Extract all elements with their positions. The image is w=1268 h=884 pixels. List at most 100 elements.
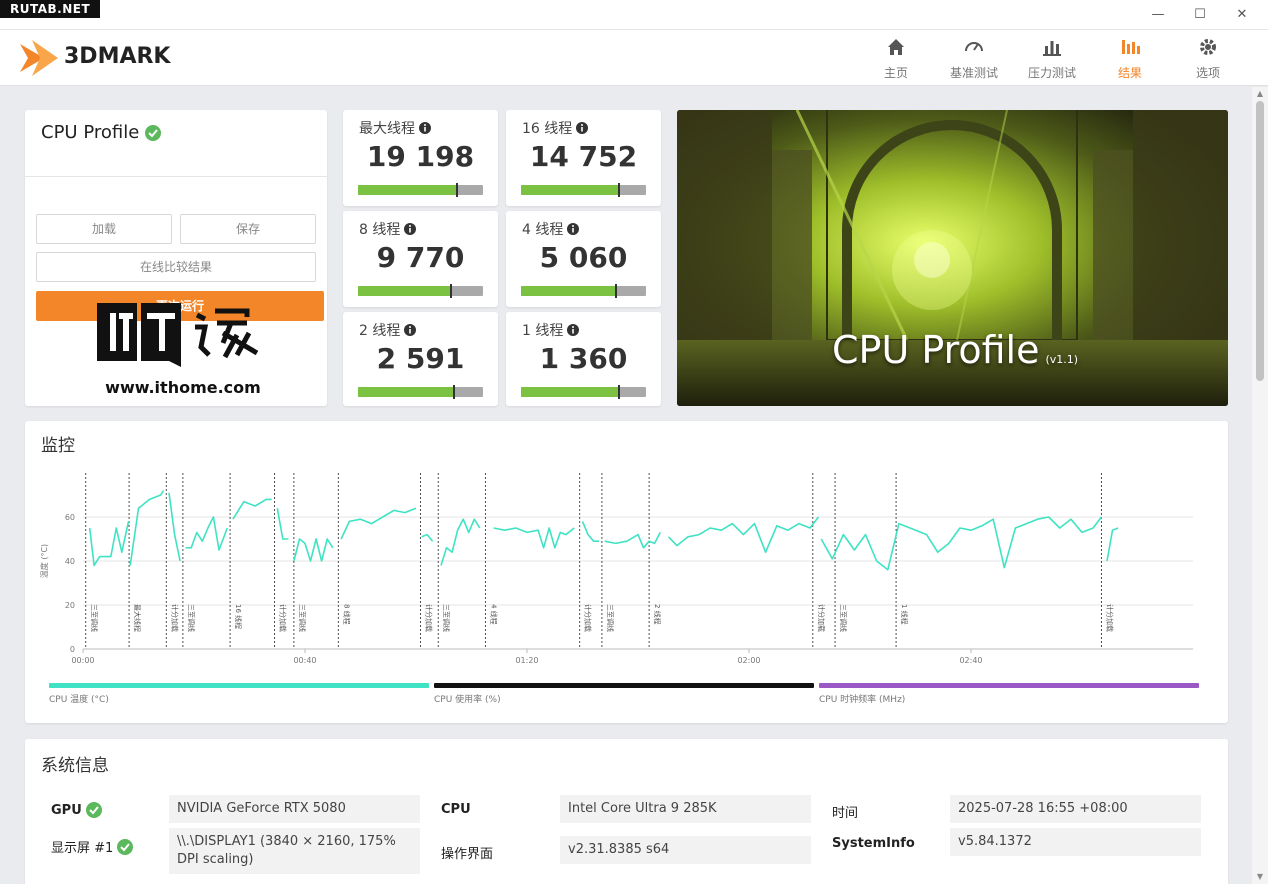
profile-title-text: CPU Profile xyxy=(41,122,140,143)
legend-label: CPU 使用率 (%) xyxy=(434,695,501,705)
temperature-line xyxy=(340,507,417,540)
ithome-url: www.ithome.com xyxy=(105,378,261,397)
tile-label: 2 线程 xyxy=(359,320,417,340)
info-icon[interactable] xyxy=(576,122,589,134)
temperature-line xyxy=(421,533,434,542)
tile-score: 1 360 xyxy=(539,342,628,375)
close-button[interactable]: ✕ xyxy=(1230,4,1254,26)
nav-options[interactable]: 选项 xyxy=(1180,36,1236,81)
phase-marker-label: 三至调线 xyxy=(442,604,451,632)
chart-grid xyxy=(83,516,1193,650)
score-tile: 16 线程 14 752 xyxy=(506,110,661,206)
phase-marker-label: 计分加载 xyxy=(1105,604,1114,632)
nav-label: 压力测试 xyxy=(1027,66,1076,80)
temperature-line xyxy=(293,538,334,562)
scroll-thumb[interactable] xyxy=(1256,101,1264,381)
legend-swatch xyxy=(49,683,429,688)
tile-label-text: 4 线程 xyxy=(522,222,564,238)
score-bar xyxy=(521,284,646,298)
phase-marker-label: 16 线程 xyxy=(234,604,243,629)
scroll-down-icon[interactable]: ▼ xyxy=(1255,872,1265,882)
temperature-line xyxy=(88,521,130,567)
info-icon[interactable] xyxy=(567,223,580,235)
load-button[interactable]: 加载 xyxy=(36,214,172,244)
nav-benchmarks[interactable]: 基准测试 xyxy=(946,36,1002,81)
phase-marker-label: 1 线程 xyxy=(900,604,909,625)
nav-home[interactable]: 主页 xyxy=(868,36,924,81)
brand-name: 3DMARK xyxy=(64,43,171,69)
tile-score: 5 060 xyxy=(539,241,628,274)
y-tick-label: 60 xyxy=(65,513,75,522)
tile-score: 9 770 xyxy=(376,241,465,274)
score-bar-fill xyxy=(521,185,619,195)
chart-series xyxy=(88,490,1119,571)
3dmark-logo-icon xyxy=(20,40,58,76)
legend-cpu-usage[interactable]: CPU 使用率 (%) xyxy=(434,683,814,705)
y-tick-label: 0 xyxy=(70,645,75,654)
check-circle-icon xyxy=(117,838,134,855)
results-content: CPU Profile 加载 保存 在线比较结果 再次运行 www.ithome… xyxy=(0,87,1252,884)
score-bar-marker xyxy=(453,385,456,399)
y-axis-label: 温度 (°C) xyxy=(39,544,49,578)
gear-icon xyxy=(1200,39,1216,55)
temperature-line xyxy=(1106,527,1119,562)
legend-cpu-temperature[interactable]: CPU 温度 (°C) xyxy=(49,683,429,705)
score-bar xyxy=(521,385,646,399)
monitor-panel: 监控 三至调线 最大线程 计分加载 三至调线 16 线程 计分加载 三至调线 8 线程 计分加载… xyxy=(25,421,1228,723)
phase-marker-label: 三至调线 xyxy=(606,604,615,632)
score-bar-fill xyxy=(358,387,455,397)
app-logo[interactable]: 3DMARK xyxy=(18,36,170,76)
score-bar xyxy=(521,183,646,197)
score-bar-marker xyxy=(455,183,458,197)
systeminfo-label: SystemInfo xyxy=(832,836,915,851)
phase-marker-label: 计分加载 xyxy=(170,604,179,632)
legend-label: CPU 温度 (°C) xyxy=(49,695,109,705)
gpu-label: GPU xyxy=(51,802,102,818)
info-icon[interactable] xyxy=(567,324,580,336)
nav-results[interactable]: 结果 xyxy=(1102,36,1158,81)
score-bar xyxy=(358,284,483,298)
tile-label-text: 2 线程 xyxy=(359,323,401,339)
info-icon[interactable] xyxy=(404,324,417,336)
compare-online-button[interactable]: 在线比较结果 xyxy=(36,252,316,282)
display-label-text: 显示屏 #1 xyxy=(51,841,114,856)
y-tick-label: 20 xyxy=(65,601,75,610)
gauge-icon xyxy=(965,42,983,52)
scroll-up-icon[interactable]: ▲ xyxy=(1255,89,1265,99)
minimize-button[interactable]: — xyxy=(1146,4,1170,26)
score-tile: 1 线程 1 360 xyxy=(506,312,661,406)
phase-marker-label: 计分加载 xyxy=(584,604,593,632)
phase-marker-label: 三至调线 xyxy=(187,604,196,632)
system-info-title: 系统信息 xyxy=(41,756,109,776)
legend-cpu-clock[interactable]: CPU 时钟频率 (MHz) xyxy=(819,683,1199,705)
tile-label: 16 线程 xyxy=(522,118,589,138)
score-bar-fill xyxy=(521,286,616,296)
save-button[interactable]: 保存 xyxy=(180,214,316,244)
time-label: 时间 xyxy=(832,806,859,821)
legend-swatch xyxy=(819,683,1199,688)
temperature-line xyxy=(232,498,272,520)
system-info-panel: 系统信息 GPU NVIDIA GeForce RTX 5080 显示屏 #1 … xyxy=(25,739,1228,884)
phase-marker-label: 计分加载 xyxy=(278,604,287,632)
info-icon[interactable] xyxy=(404,223,417,235)
phase-marker-label: 2 线程 xyxy=(653,604,662,625)
score-tile: 最大线程 19 198 xyxy=(343,110,498,206)
tile-score: 14 752 xyxy=(529,140,638,173)
info-icon[interactable] xyxy=(419,122,431,134)
nav-stress-tests[interactable]: 压力测试 xyxy=(1024,36,1080,81)
ithome-logo xyxy=(97,303,259,367)
temperature-line xyxy=(493,527,575,549)
divider xyxy=(25,176,327,177)
temperature-line xyxy=(667,516,820,553)
phase-marker-label: 最大线程 xyxy=(133,604,142,632)
vertical-scrollbar[interactable]: ▲ ▼ xyxy=(1252,87,1268,884)
display-label: 显示屏 #1 xyxy=(51,837,134,856)
monitor-chart: 三至调线 最大线程 计分加载 三至调线 16 线程 计分加载 三至调线 8 线程 计分加载 三至调… xyxy=(39,473,1193,665)
check-circle-icon xyxy=(85,802,102,818)
app-header: 3DMARK 主页 基准测试 压力测试 结果 选项 xyxy=(0,30,1268,86)
score-bar xyxy=(358,183,483,197)
tile-score: 2 591 xyxy=(376,342,465,375)
maximize-button[interactable]: ☐ xyxy=(1188,4,1212,26)
score-bar xyxy=(358,385,483,399)
temperature-line xyxy=(129,490,165,566)
